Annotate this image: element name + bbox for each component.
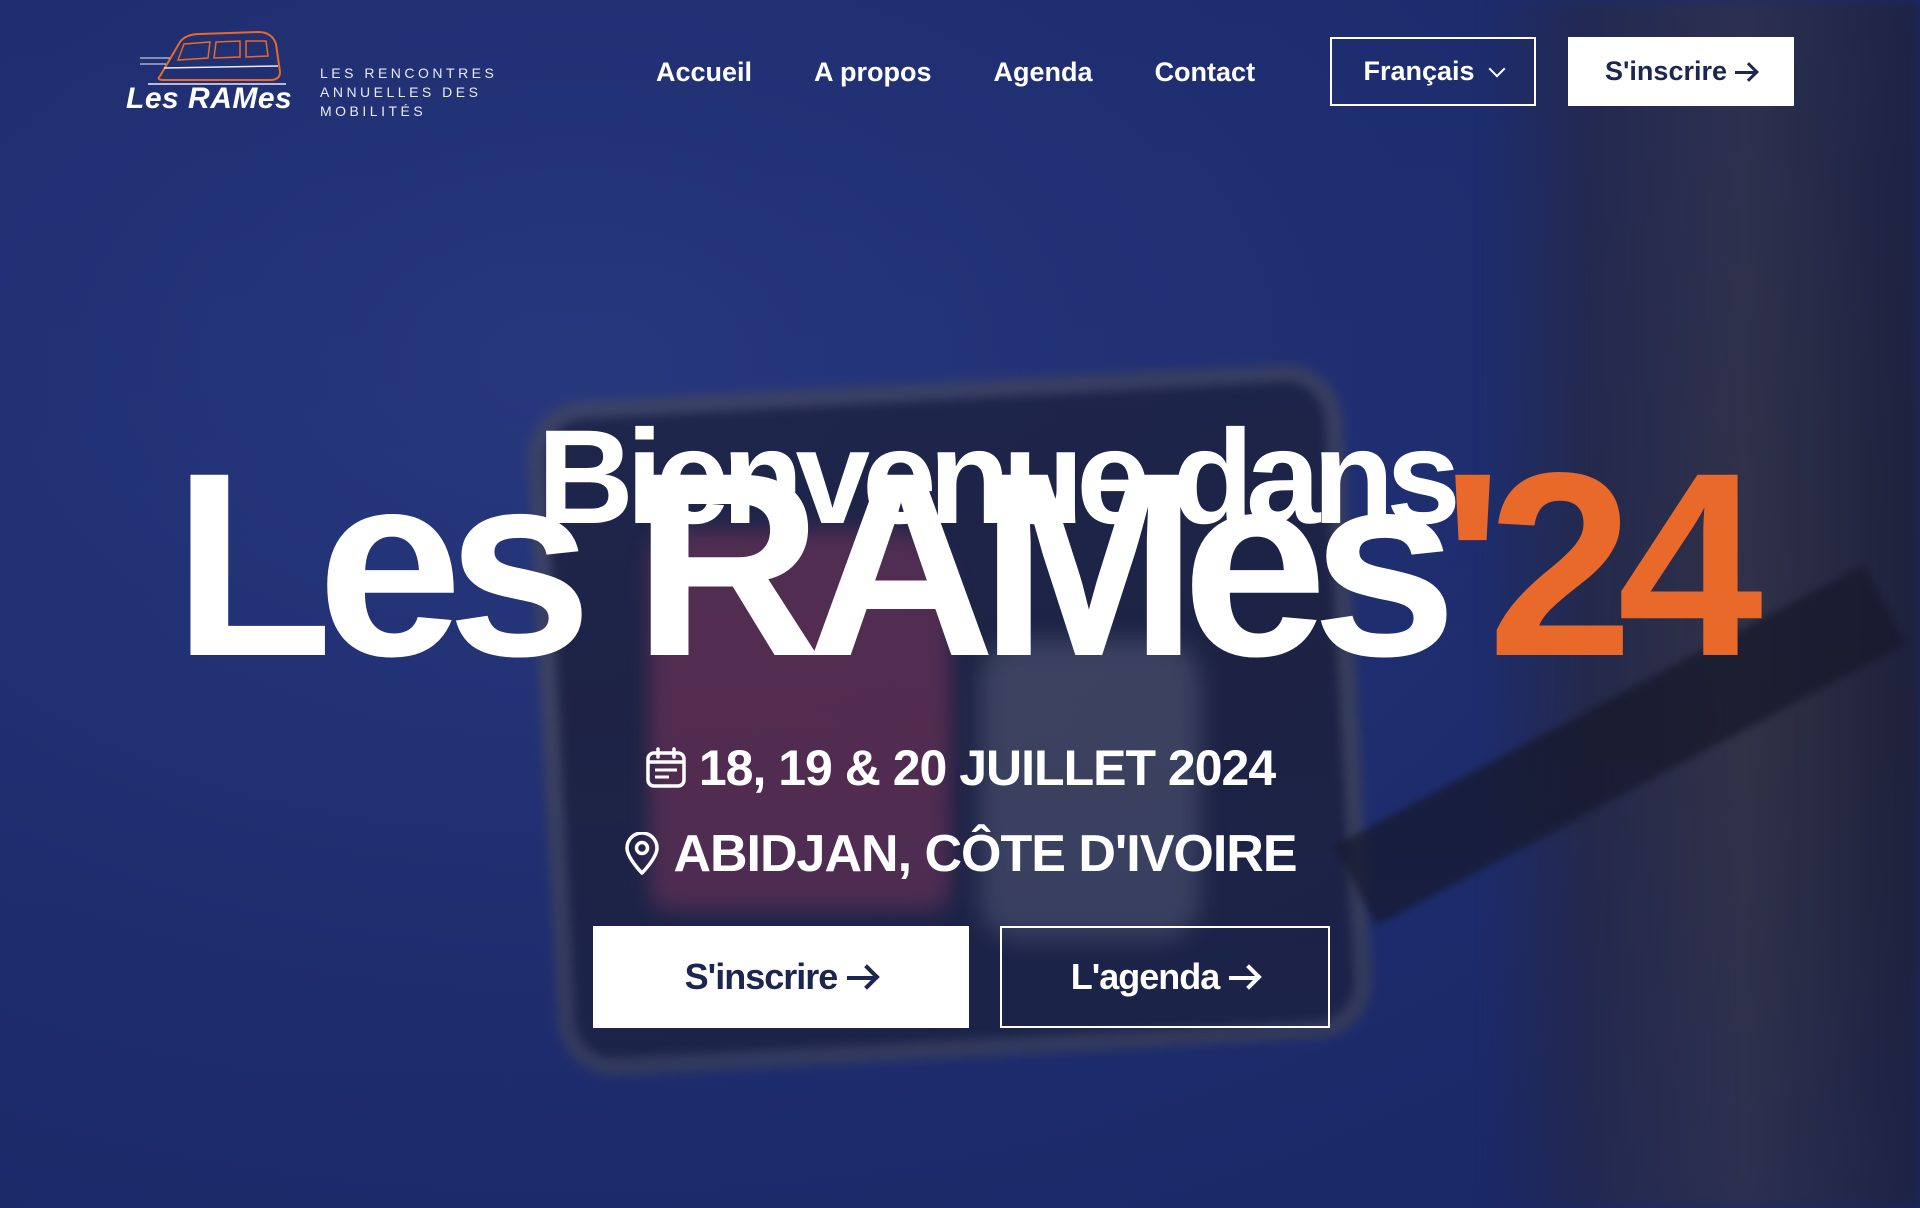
language-selector-label: Français bbox=[1363, 56, 1475, 86]
language-selector[interactable]: Français bbox=[1330, 37, 1536, 106]
arrow-right-icon bbox=[847, 965, 877, 989]
train-logo-icon bbox=[140, 30, 286, 85]
event-location: ABIDJAN, CÔTE D'IVOIRE bbox=[0, 822, 1920, 886]
map-pin-icon bbox=[625, 832, 660, 875]
main-nav: Accueil A propos Agenda Contact bbox=[656, 50, 1317, 94]
nav-link-contact[interactable]: Contact bbox=[1155, 50, 1256, 94]
register-button-label: S'inscrire bbox=[684, 956, 839, 997]
event-location-text: ABIDJAN, CÔTE D'IVOIRE bbox=[673, 825, 1297, 883]
chevron-down-icon bbox=[1488, 60, 1506, 77]
calendar-icon bbox=[646, 747, 686, 788]
arrow-right-icon bbox=[1229, 965, 1259, 989]
header-register-label: S'inscrire bbox=[1605, 56, 1727, 86]
nav-link-a-propos[interactable]: A propos bbox=[814, 50, 932, 94]
arrow-right-icon bbox=[1735, 63, 1757, 81]
header-register-button[interactable]: S'inscrire bbox=[1568, 37, 1794, 106]
site-header: Les RAMes LES RENCONTRES ANNUELLES DES M… bbox=[0, 0, 1920, 145]
logo-tagline-line: MOBILITÉS bbox=[320, 103, 427, 119]
agenda-button-label: L'agenda bbox=[1070, 956, 1221, 997]
hero-title-event-name: Les RAMes bbox=[172, 418, 1457, 711]
logo-name: Les RAMes bbox=[126, 82, 293, 115]
logo-tagline-line: ANNUELLES DES bbox=[320, 84, 482, 100]
agenda-button[interactable]: L'agenda bbox=[1000, 926, 1330, 1028]
register-button[interactable]: S'inscrire bbox=[593, 926, 969, 1028]
nav-link-agenda[interactable]: Agenda bbox=[994, 50, 1093, 94]
hero-title-year: '24 bbox=[1441, 418, 1763, 711]
event-date-text: 18, 19 & 20 JUILLET 2024 bbox=[698, 740, 1276, 796]
hero-title-line-2: Les RAMes'24 bbox=[0, 434, 1920, 696]
logo-tagline: LES RENCONTRES ANNUELLES DES MOBILITÉS bbox=[320, 64, 510, 121]
nav-link-accueil[interactable]: Accueil bbox=[656, 50, 752, 94]
event-date: 18, 19 & 20 JUILLET 2024 bbox=[0, 738, 1920, 798]
site-logo[interactable]: Les RAMes LES RENCONTRES ANNUELLES DES M… bbox=[126, 28, 506, 124]
hero-section: Les RAMes LES RENCONTRES ANNUELLES DES M… bbox=[0, 0, 1920, 1208]
logo-tagline-line: LES RENCONTRES bbox=[320, 65, 498, 81]
